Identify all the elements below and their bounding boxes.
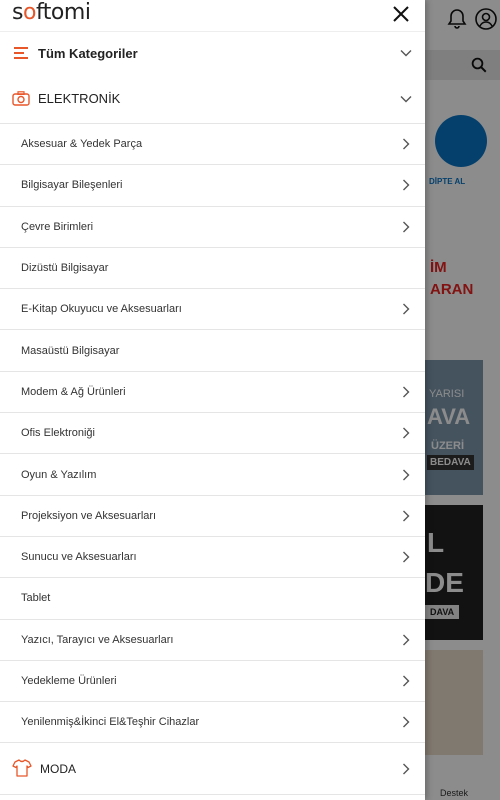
logo-part-b: ftomi <box>35 0 91 25</box>
logo[interactable]: softomi <box>12 0 91 25</box>
logo-part-a: s <box>12 0 23 25</box>
subcategory-item[interactable]: Projeksiyon ve Aksesuarları <box>0 496 425 537</box>
subcategory-label: Yazıcı, Tarayıcı ve Aksesuarları <box>21 633 174 646</box>
subcategory-item[interactable]: Tablet <box>0 578 425 620</box>
subcategory-item[interactable]: Oyun & Yazılım <box>0 454 425 496</box>
subcategory-label: Tablet <box>21 592 51 605</box>
subcategory-item[interactable]: E-Kitap Okuyucu ve Aksesuarları <box>0 289 425 331</box>
electronics-section-row[interactable]: ELEKTRONİK <box>0 74 425 124</box>
chevron-right-icon[interactable] <box>399 674 413 688</box>
subcategory-label: Çevre Birimleri <box>21 220 94 233</box>
chevron-right-icon[interactable] <box>399 302 413 316</box>
chevron-down-icon[interactable] <box>399 46 413 60</box>
subcategory-item[interactable]: Modem & Ağ Ürünleri <box>0 372 425 414</box>
all-categories-row[interactable]: Tüm Kategoriler <box>0 32 425 74</box>
subcategory-item[interactable]: Çevre Birimleri <box>0 207 425 248</box>
chevron-right-icon[interactable] <box>399 468 413 482</box>
chevron-right-icon[interactable] <box>399 137 413 151</box>
subcategory-item[interactable]: Dizüstü Bilgisayar <box>0 248 425 290</box>
all-categories-label: Tüm Kategoriler <box>38 45 138 61</box>
chevron-right-icon[interactable] <box>399 220 413 234</box>
subcategory-label: Bilgisayar Bileşenleri <box>21 179 123 192</box>
chevron-right-icon[interactable] <box>399 385 413 399</box>
electronics-label: ELEKTRONİK <box>38 91 121 106</box>
subcategory-label: E-Kitap Okuyucu ve Aksesuarları <box>21 303 182 316</box>
list-icon <box>12 44 30 62</box>
shirt-icon <box>12 759 32 779</box>
subcategory-item[interactable]: Masaüstü Bilgisayar <box>0 330 425 372</box>
subcategory-label: Projeksiyon ve Aksesuarları <box>21 509 157 522</box>
chevron-right-icon[interactable] <box>399 550 413 564</box>
subcategory-item[interactable]: Aksesuar & Yedek Parça <box>0 124 425 166</box>
chevron-right-icon[interactable] <box>399 715 413 729</box>
subcategory-item[interactable]: Sunucu ve Aksesuarları <box>0 537 425 579</box>
chevron-right-icon[interactable] <box>399 633 413 647</box>
chevron-down-icon[interactable] <box>399 92 413 106</box>
subcategory-item[interactable]: Yedekleme Ürünleri <box>0 661 425 703</box>
camera-icon <box>12 90 30 108</box>
chevron-right-icon[interactable] <box>399 762 413 776</box>
subcategory-label: Dizüstü Bilgisayar <box>21 262 109 275</box>
subcategory-label: Sunucu ve Aksesuarları <box>21 551 137 564</box>
subcategory-label: Yenilenmiş&İkinci El&Teşhir Cihazlar <box>21 716 200 729</box>
drawer-header: softomi <box>0 0 425 32</box>
subcategory-label: Yedekleme Ürünleri <box>21 675 117 687</box>
subcategory-label: Oyun & Yazılım <box>21 468 97 481</box>
subcategory-item[interactable]: Bilgisayar Bileşenleri <box>0 165 425 207</box>
chevron-right-icon[interactable] <box>399 178 413 192</box>
subcategory-label: Modem & Ağ Ürünleri <box>21 385 126 398</box>
chevron-right-icon[interactable] <box>399 426 413 440</box>
subcategory-item[interactable]: Yenilenmiş&İkinci El&Teşhir Cihazlar <box>0 702 425 744</box>
subcategory-label: Aksesuar & Yedek Parça <box>21 138 143 151</box>
fashion-label: MODA <box>40 761 76 776</box>
subcategory-item[interactable]: Yazıcı, Tarayıcı ve Aksesuarları <box>0 620 425 661</box>
close-icon[interactable] <box>389 2 413 26</box>
logo-part-o: o <box>22 0 36 25</box>
chevron-right-icon[interactable] <box>399 509 413 523</box>
subcategory-item[interactable]: Ofis Elektroniği <box>0 413 425 455</box>
category-drawer: softomi Tüm Kategoriler ELEKTRONİK Akses… <box>0 0 425 800</box>
subcategory-label: Masaüstü Bilgisayar <box>21 344 120 357</box>
subcategory-label: Ofis Elektroniği <box>21 427 95 440</box>
fashion-section-row[interactable]: MODA <box>0 743 425 796</box>
subcategory-list: Aksesuar & Yedek Parça Bilgisayar Bileşen… <box>0 124 425 744</box>
